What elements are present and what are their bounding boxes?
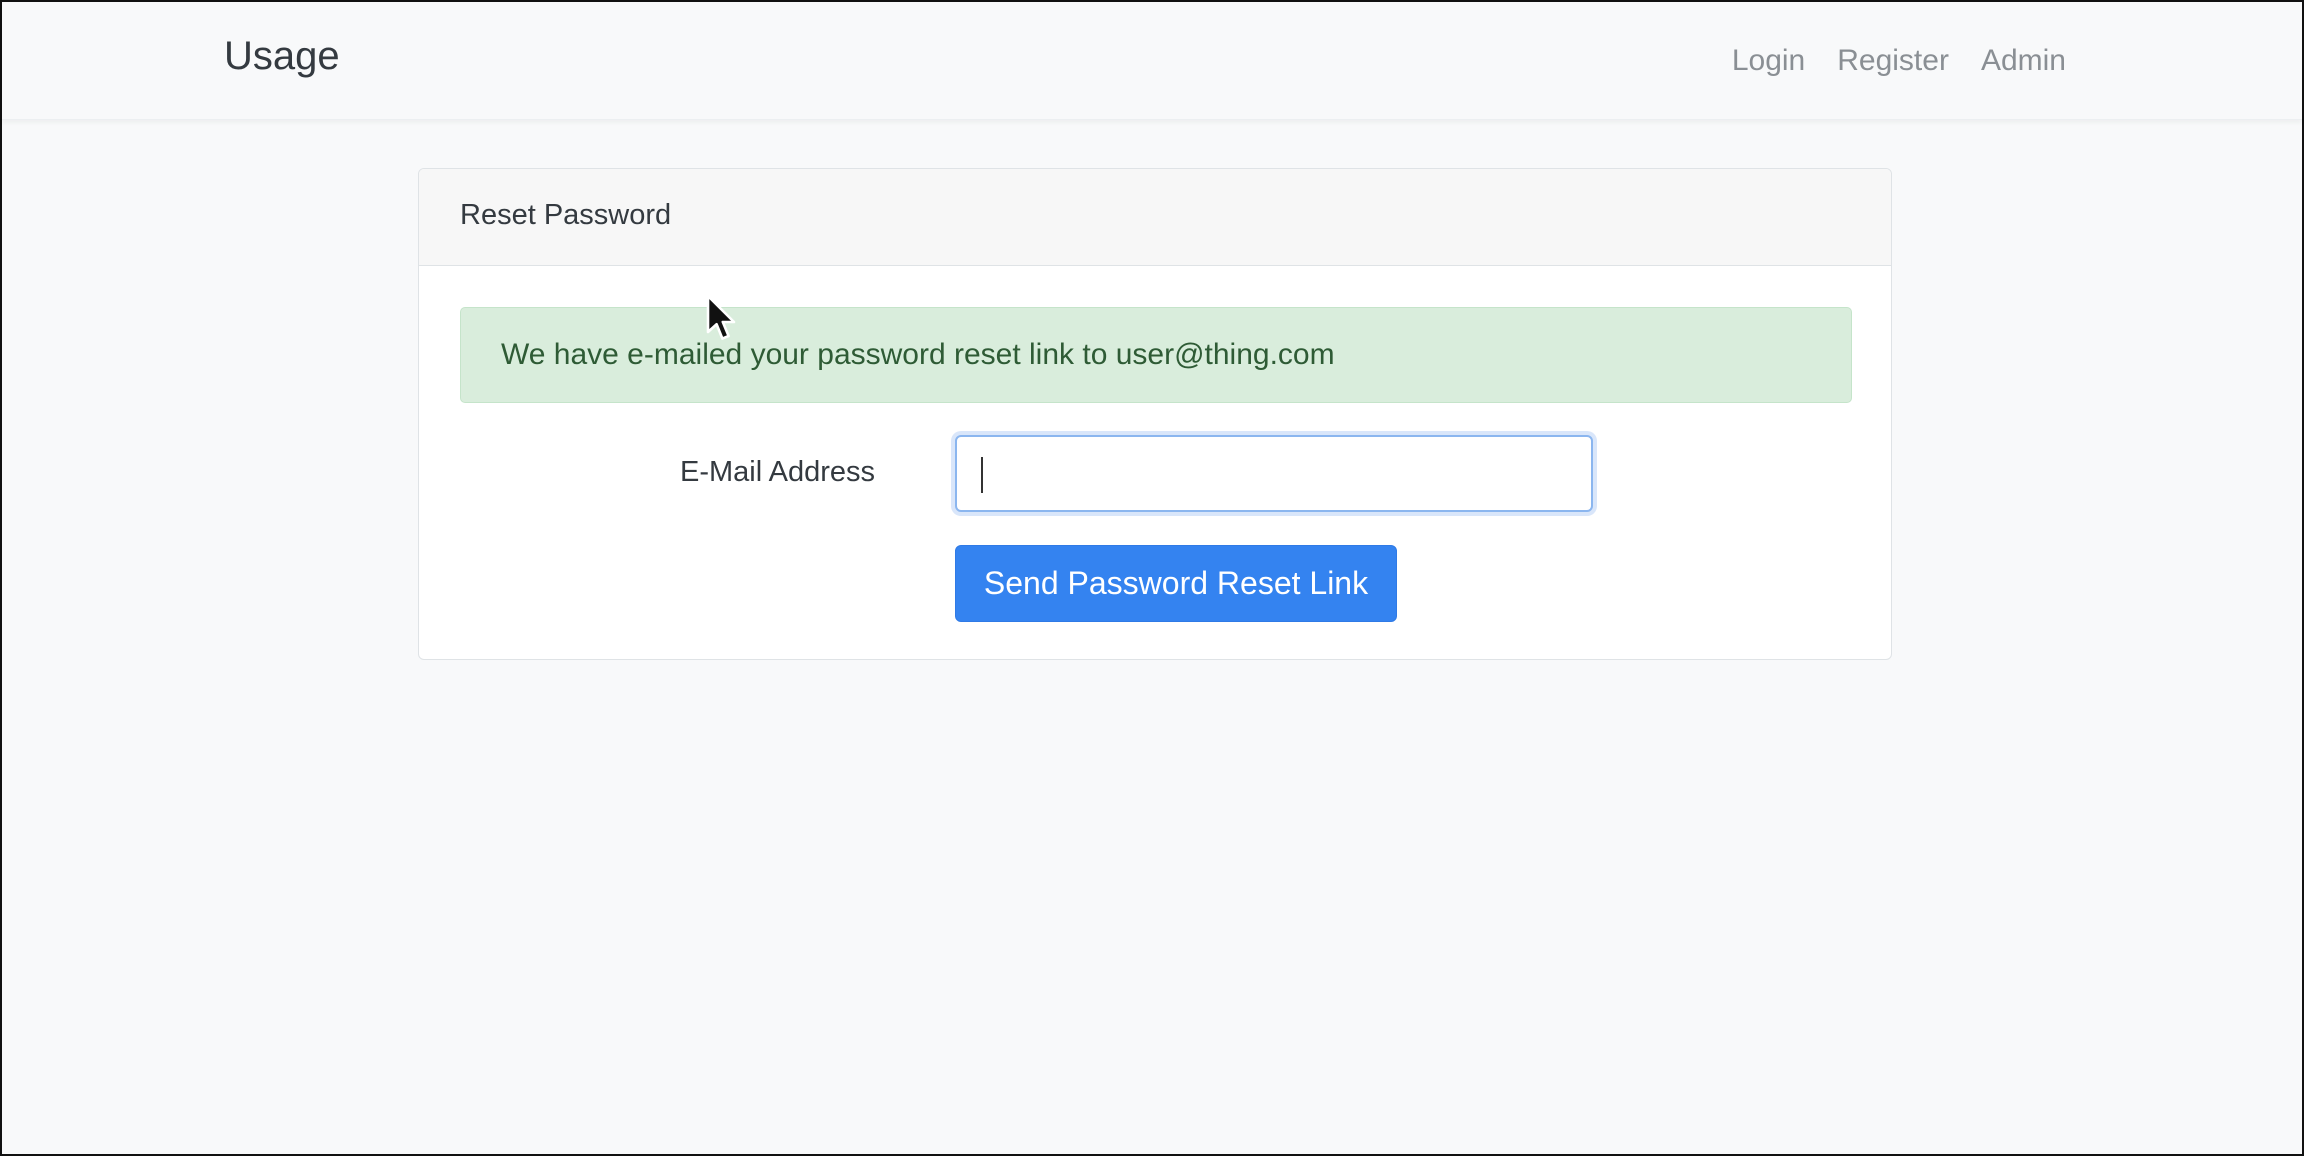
brand-link[interactable]: Usage xyxy=(224,34,340,79)
email-input[interactable] xyxy=(955,435,1593,512)
top-navbar: Usage Login Register Admin xyxy=(2,2,2302,120)
card-header-title: Reset Password xyxy=(419,169,1891,266)
mouse-pointer-icon xyxy=(706,294,736,340)
nav-links: Login Register Admin xyxy=(1732,44,2066,78)
reset-password-card: Reset Password We have e-mailed your pas… xyxy=(418,168,1892,660)
success-alert: We have e-mailed your password reset lin… xyxy=(460,307,1852,403)
nav-admin-link[interactable]: Admin xyxy=(1981,44,2066,78)
nav-register-link[interactable]: Register xyxy=(1837,44,1949,78)
nav-login-link[interactable]: Login xyxy=(1732,44,1805,78)
alert-message: We have e-mailed your password reset lin… xyxy=(501,338,1335,371)
send-reset-link-button[interactable]: Send Password Reset Link xyxy=(955,545,1397,622)
text-caret xyxy=(981,457,983,493)
email-label: E-Mail Address xyxy=(679,456,875,488)
